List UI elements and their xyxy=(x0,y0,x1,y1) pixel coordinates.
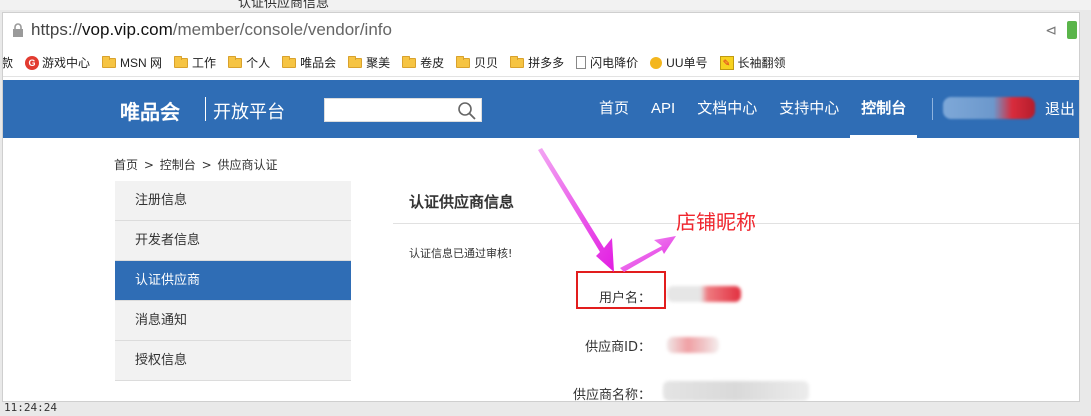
tag-icon: ✎ xyxy=(719,55,734,70)
game-icon: G xyxy=(25,55,40,70)
vendor-id-label: 供应商ID： xyxy=(585,340,651,355)
bookmark-folder[interactable]: 唯品会 xyxy=(282,54,336,71)
bookmark-item[interactable]: UU单号 xyxy=(650,54,708,71)
vendor-name-label: 供应商名称： xyxy=(572,388,651,402)
page-title: 认证供应商信息 xyxy=(409,193,515,211)
bookmark-item[interactable]: 闪电降价 xyxy=(576,54,638,71)
url-host: vop.vip.com xyxy=(82,20,173,39)
bookmark-folder[interactable]: MSN 网 xyxy=(102,54,162,71)
nav-console[interactable]: 控制台 xyxy=(850,80,918,138)
url-path: /member/console/vendor/info xyxy=(172,20,392,39)
bookmark-folder[interactable]: 拼多多 xyxy=(510,54,564,71)
nav-divider xyxy=(932,98,933,120)
brand-subtitle[interactable]: 开放平台 xyxy=(213,98,285,124)
username-value-redacted xyxy=(667,286,741,302)
bookmark-item[interactable]: ✎ 长袖翻领 xyxy=(719,54,786,71)
extension-icon[interactable] xyxy=(1067,21,1077,39)
breadcrumb-home[interactable]: 首页 xyxy=(114,158,138,172)
breadcrumb-console[interactable]: 控制台 xyxy=(160,158,196,172)
username-redacted[interactable] xyxy=(943,97,1035,119)
vendor-name-value-redacted xyxy=(663,381,809,401)
folder-icon xyxy=(510,55,525,68)
site-header: 唯品会 开放平台 首页 API 文档中心 支持中心 控制台 退出 xyxy=(3,80,1079,138)
brand-logo[interactable]: 唯品会 xyxy=(120,96,180,125)
lock-icon xyxy=(13,23,23,37)
bookmark-folder[interactable]: 工作 xyxy=(174,54,216,71)
folder-icon xyxy=(282,55,297,68)
browser-window: https://vop.vip.com/member/console/vendo… xyxy=(2,12,1080,402)
breadcrumb: 首页 > 控制台 > 供应商认证 xyxy=(114,156,279,173)
address-bar[interactable]: https://vop.vip.com/member/console/vendo… xyxy=(3,13,1079,49)
nav-docs[interactable]: 文档中心 xyxy=(686,80,768,138)
search-icon[interactable] xyxy=(457,101,477,121)
sidebar-item-authorization[interactable]: 授权信息 xyxy=(115,341,351,381)
sidebar-item-notifications[interactable]: 消息通知 xyxy=(115,301,351,341)
search-input[interactable] xyxy=(324,98,482,122)
bookmark-folder[interactable]: 聚美 xyxy=(348,54,390,71)
bookmark-folder[interactable]: 贝贝 xyxy=(456,54,498,71)
folder-icon xyxy=(174,55,189,68)
background-window xyxy=(0,0,1091,10)
page-icon xyxy=(576,56,587,69)
bookmarks-bar: 款 G 游戏中心 MSN 网 工作 个人 唯品会 聚美 卷皮 贝贝 拼多多 闪电降… xyxy=(3,49,1079,77)
folder-icon xyxy=(402,55,417,68)
brand-divider xyxy=(205,97,206,121)
bookmark-item[interactable]: 款 xyxy=(3,54,13,71)
vendor-id-value-redacted xyxy=(667,337,719,353)
status-notice: 认证信息已通过审核! xyxy=(409,247,513,260)
folder-icon xyxy=(456,55,471,68)
folder-icon xyxy=(228,55,243,68)
bookmark-folder[interactable]: 个人 xyxy=(228,54,270,71)
breadcrumb-separator: > xyxy=(143,158,154,172)
url-scheme: https:// xyxy=(31,20,83,39)
logout-link[interactable]: 退出 xyxy=(1045,98,1075,119)
bookmark-item[interactable]: G 游戏中心 xyxy=(25,54,90,71)
breadcrumb-current: 供应商认证 xyxy=(217,158,278,172)
nav-home[interactable]: 首页 xyxy=(588,80,640,138)
clock-text: 11:24:24 xyxy=(4,401,57,414)
share-icon[interactable]: ⊲ xyxy=(1045,23,1057,39)
main-nav: 首页 API 文档中心 支持中心 控制台 xyxy=(588,80,918,138)
url-text[interactable]: https://vop.vip.com/member/console/vendo… xyxy=(31,20,392,40)
nav-support[interactable]: 支持中心 xyxy=(768,80,850,138)
sun-icon xyxy=(650,56,663,69)
folder-icon xyxy=(348,55,363,68)
sidebar-item-vendor-auth[interactable]: 认证供应商 xyxy=(115,261,351,301)
annotation-label: 店铺昵称 xyxy=(676,210,756,234)
sidebar-item-developer[interactable]: 开发者信息 xyxy=(115,221,351,261)
background-window-title: 认证供应商信息 xyxy=(238,0,330,11)
folder-icon xyxy=(102,55,117,68)
annotation-highlight-box xyxy=(576,271,666,309)
sidebar-item-registration[interactable]: 注册信息 xyxy=(115,181,351,221)
bookmark-folder[interactable]: 卷皮 xyxy=(402,54,444,71)
nav-api[interactable]: API xyxy=(640,80,686,138)
sidebar: 注册信息 开发者信息 认证供应商 消息通知 授权信息 xyxy=(115,181,351,381)
breadcrumb-separator: > xyxy=(201,158,212,172)
